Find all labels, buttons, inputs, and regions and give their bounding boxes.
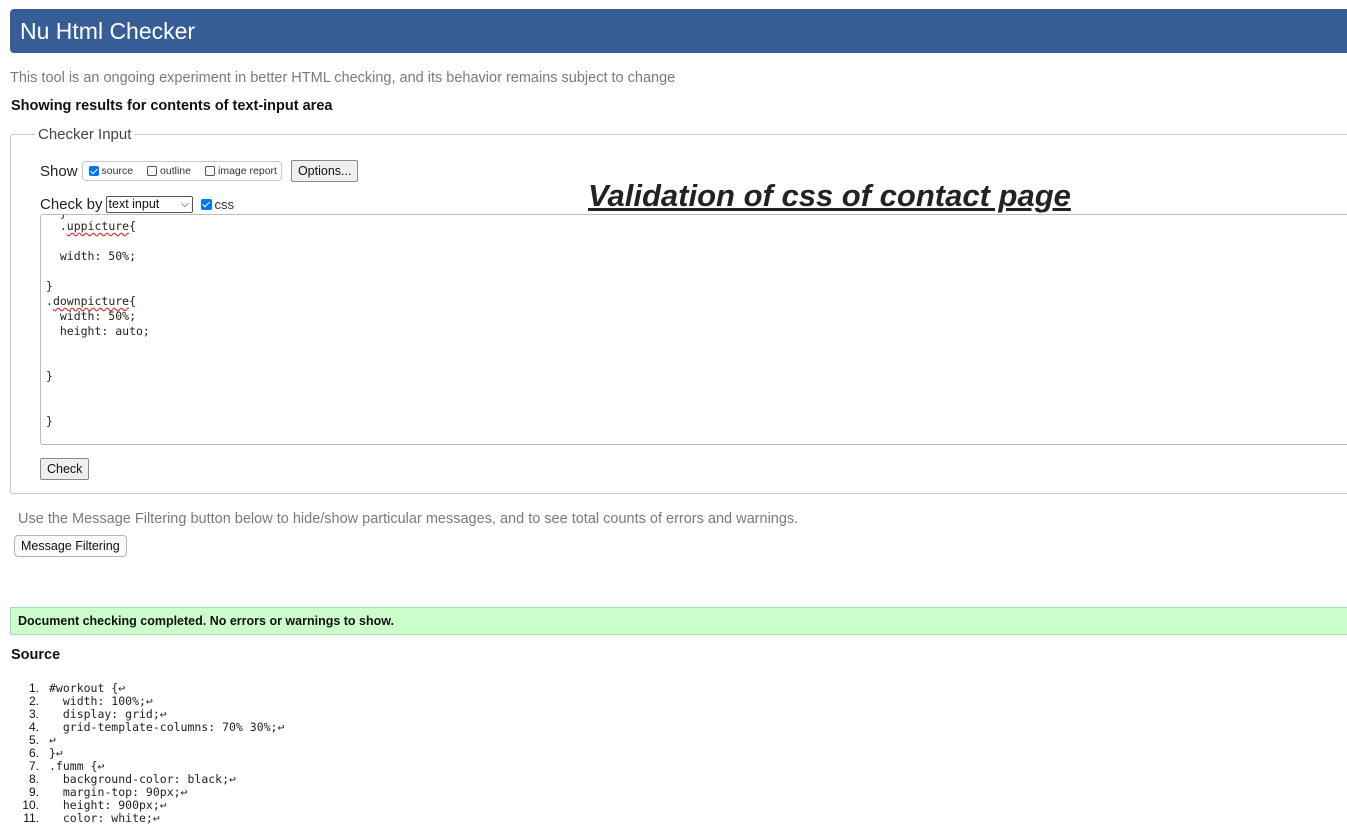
- textarea-line: }: [46, 414, 53, 428]
- textarea-line: height: auto;: [46, 324, 150, 338]
- check-by-label: Check by: [40, 195, 103, 213]
- chevron-down-icon: ⌵: [180, 198, 189, 210]
- checker-input-legend: Checker Input: [38, 126, 132, 143]
- line-code: margin-top: 90px;↩: [49, 785, 188, 799]
- textarea-line: .downpicture{: [46, 294, 137, 308]
- line-number: 11.: [23, 811, 39, 825]
- source-line: 5. ↩: [0, 734, 284, 747]
- message-filtering-note: Use the Message Filtering button below t…: [18, 511, 799, 527]
- spellcheck-word: downpicture: [52, 294, 130, 308]
- source-line: 11. color: white;↩: [0, 812, 284, 825]
- show-label: Show: [40, 162, 78, 180]
- app-header: Nu Html Checker: [10, 9, 1347, 53]
- line-code: }↩: [49, 746, 63, 760]
- check-by-select[interactable]: text input ⌵: [105, 195, 193, 213]
- line-code: ↩: [49, 733, 56, 747]
- check-by-row: Check by text input ⌵ css: [40, 194, 234, 214]
- line-code: grid-template-columns: 70% 30%;↩: [49, 720, 285, 734]
- textarea-line: width: 50%;: [46, 309, 137, 323]
- source-line: 4. grid-template-columns: 70% 30%;↩: [0, 721, 284, 734]
- textarea-line: }: [46, 279, 53, 293]
- outline-checkbox[interactable]: [147, 166, 158, 176]
- tagline: This tool is an ongoing experiment in be…: [10, 70, 676, 86]
- source-checkbox-label[interactable]: source: [102, 165, 134, 177]
- image-report-checkbox-label[interactable]: image report: [218, 165, 277, 177]
- line-code: background-color: black;↩: [49, 772, 236, 786]
- source-line: 6.}↩: [0, 747, 284, 760]
- status-message: Document checking completed. No errors o…: [10, 607, 1347, 635]
- line-code: height: 900px;↩: [49, 798, 167, 812]
- css-checkbox[interactable]: [200, 198, 212, 210]
- spellcheck-word: uppicture: [66, 219, 130, 233]
- show-options-group: source outline image report: [81, 161, 282, 181]
- textarea-line: .uppicture{: [46, 219, 137, 233]
- line-code: width: 100%;↩: [49, 694, 153, 708]
- results-heading: Showing results for contents of text-inp…: [11, 98, 333, 114]
- source-heading: Source: [11, 647, 61, 663]
- line-code: #workout {↩: [49, 681, 126, 695]
- show-row: Show source outline image report Options…: [40, 160, 359, 182]
- outline-checkbox-label[interactable]: outline: [160, 165, 191, 177]
- line-code: .fumm {↩: [49, 759, 105, 773]
- source-textarea[interactable]: } .uppicture{ width: 50%; } .downpicture…: [40, 214, 1347, 445]
- css-option[interactable]: css: [197, 197, 235, 212]
- css-checkbox-label[interactable]: css: [215, 197, 235, 212]
- overlay-caption: Validation of css of contact page: [588, 178, 1071, 213]
- textarea-line: width: 50%;: [46, 249, 137, 263]
- textarea-line: }: [46, 369, 53, 383]
- options-button[interactable]: Options...: [290, 160, 359, 182]
- line-code: color: white;↩: [49, 811, 160, 825]
- image-report-checkbox[interactable]: [205, 166, 215, 176]
- app-title: Nu Html Checker: [20, 18, 196, 44]
- message-filtering-button[interactable]: Message Filtering: [14, 535, 127, 557]
- line-code: display: grid;↩: [49, 707, 167, 721]
- check-by-selected-value: text input: [108, 197, 160, 211]
- source-listing: 1. #workout {↩ 2. width: 100%;↩ 3. displa…: [0, 682, 284, 825]
- page: Nu Html Checker This tool is an ongoing …: [0, 0, 1347, 827]
- source-checkbox[interactable]: [88, 166, 99, 176]
- check-button[interactable]: Check: [40, 458, 90, 480]
